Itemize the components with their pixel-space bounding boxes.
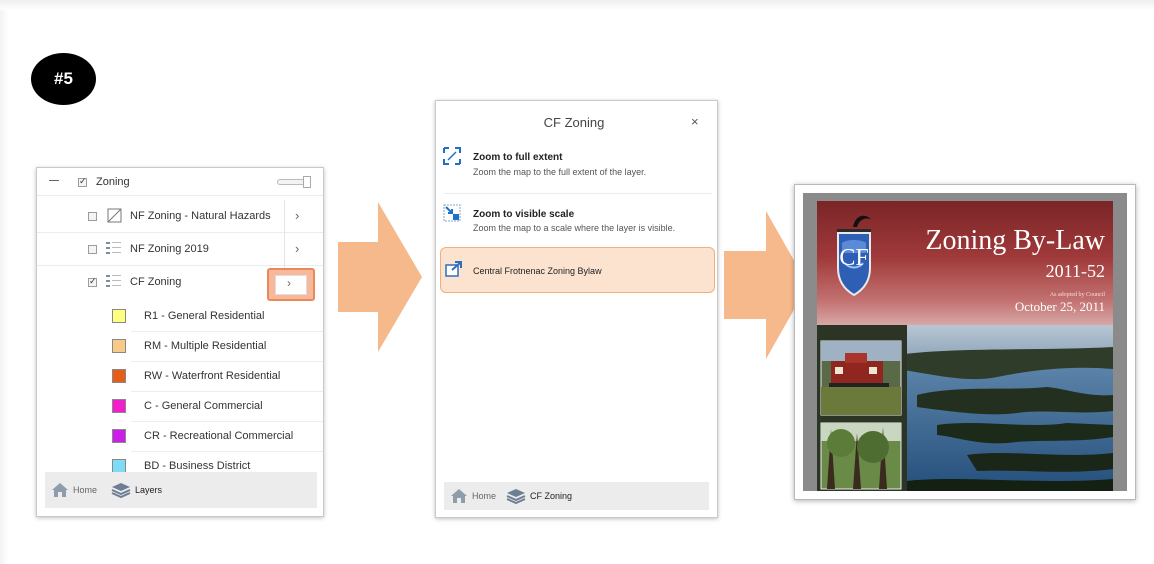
- layers-icon: [506, 489, 526, 504]
- legend-swatch-bd: [112, 459, 126, 473]
- legend-label: BD - Business District: [144, 460, 251, 472]
- close-icon[interactable]: ×: [691, 114, 699, 129]
- step-badge: #5: [31, 53, 96, 105]
- layer-group-row[interactable]: Zoning: [37, 168, 323, 196]
- tab-label: CF Zoning: [530, 491, 573, 501]
- legend-list-icon: [106, 242, 121, 254]
- layer-label: CF Zoning: [130, 276, 182, 288]
- legend-swatch-cr: [112, 429, 126, 443]
- divider: [444, 193, 712, 194]
- document-date: October 25, 2011: [1014, 299, 1105, 314]
- zoom-visible-scale-button[interactable]: Zoom to visible scale: [473, 209, 574, 220]
- home-icon: [451, 489, 467, 503]
- document-number: 2011-52: [1045, 261, 1105, 281]
- panel-title: CF Zoning: [543, 115, 605, 130]
- bylaw-document-link[interactable]: Central Frotnenac Zoning Bylaw: [473, 266, 602, 276]
- tab-layers[interactable]: Layers: [111, 482, 162, 498]
- legend-list-icon: [106, 275, 121, 287]
- layer-options-button[interactable]: ›: [267, 268, 315, 301]
- chevron-right-icon: ›: [287, 276, 291, 290]
- tab-label: Home: [472, 491, 497, 501]
- layers-panel: Zoning NF Zoning - Natural Hazards › NF …: [36, 167, 324, 517]
- tab-cf-zoning[interactable]: CF Zoning: [506, 488, 572, 504]
- arrow-right-icon: [338, 202, 422, 352]
- tab-label: Layers: [135, 485, 163, 495]
- document-viewer-frame: CF Zoning By-Law 2011-52 As adopted by C…: [803, 193, 1127, 491]
- tab-home[interactable]: Home: [450, 488, 496, 504]
- zoom-visible-scale-icon[interactable]: [443, 204, 461, 222]
- tab-home[interactable]: Home: [51, 482, 97, 498]
- layer-label: NF Zoning 2019: [130, 243, 209, 255]
- legend-swatch-c: [112, 399, 126, 413]
- legend-label: C - General Commercial: [144, 400, 263, 412]
- document-cover: CF Zoning By-Law 2011-52 As adopted by C…: [817, 201, 1113, 491]
- legend-swatch-rw: [112, 369, 126, 383]
- action-description: Zoom the map to a scale where the layer …: [473, 223, 676, 233]
- layer-row-nf-hazards[interactable]: NF Zoning - Natural Hazards: [37, 200, 323, 233]
- external-link-icon: [445, 261, 462, 277]
- bottom-tab-bar: Home CF Zoning: [444, 482, 709, 510]
- layer-checkbox[interactable]: [88, 276, 97, 287]
- layer-checkbox[interactable]: [88, 245, 97, 254]
- chevron-right-icon[interactable]: ›: [295, 208, 299, 223]
- collapse-icon[interactable]: [49, 180, 59, 181]
- svg-text:CF: CF: [839, 245, 868, 271]
- tutorial-slide: #5 Zoning NF Zoning - Natural Hazards ›: [0, 0, 1154, 564]
- opacity-slider-handle[interactable]: [303, 176, 311, 188]
- group-checkbox[interactable]: [78, 176, 87, 187]
- legend-label: RM - Multiple Residential: [144, 340, 267, 352]
- adopted-note: As adopted by Council: [1049, 292, 1105, 298]
- layer-actions-panel: CF Zoning × Zoom to full extent Zoom the…: [435, 100, 718, 518]
- zoom-full-extent-button[interactable]: Zoom to full extent: [473, 152, 562, 163]
- legend-swatch-rm: [112, 339, 126, 353]
- zoom-full-extent-icon[interactable]: [443, 147, 461, 165]
- action-description: Zoom the map to the full extent of the l…: [473, 167, 647, 177]
- layers-icon: [111, 483, 131, 498]
- group-label: Zoning: [96, 176, 130, 188]
- document-title: Zoning By-Law: [925, 225, 1105, 256]
- legend-swatch-r1: [112, 309, 126, 323]
- left-shadow-band: [0, 10, 8, 564]
- layer-row-nf-2019[interactable]: NF Zoning 2019: [37, 233, 323, 266]
- lake-aerial-photo: [817, 325, 1113, 491]
- tab-label: Home: [73, 485, 98, 495]
- legend-label: CR - Recreational Commercial: [144, 430, 294, 442]
- hatched-layer-icon: [107, 208, 122, 223]
- bottom-tab-bar: Home Layers: [45, 472, 317, 508]
- layer-label: NF Zoning - Natural Hazards: [130, 210, 271, 222]
- top-shadow-band: [0, 0, 1154, 10]
- legend-label: R1 - General Residential: [144, 310, 265, 322]
- township-crest-logo: CF: [837, 215, 871, 297]
- bylaw-document-preview: CF Zoning By-Law 2011-52 As adopted by C…: [794, 184, 1136, 500]
- chevron-right-icon[interactable]: ›: [295, 241, 299, 256]
- home-icon: [52, 483, 68, 497]
- layer-checkbox[interactable]: [88, 212, 97, 221]
- legend-label: RW - Waterfront Residential: [144, 370, 281, 382]
